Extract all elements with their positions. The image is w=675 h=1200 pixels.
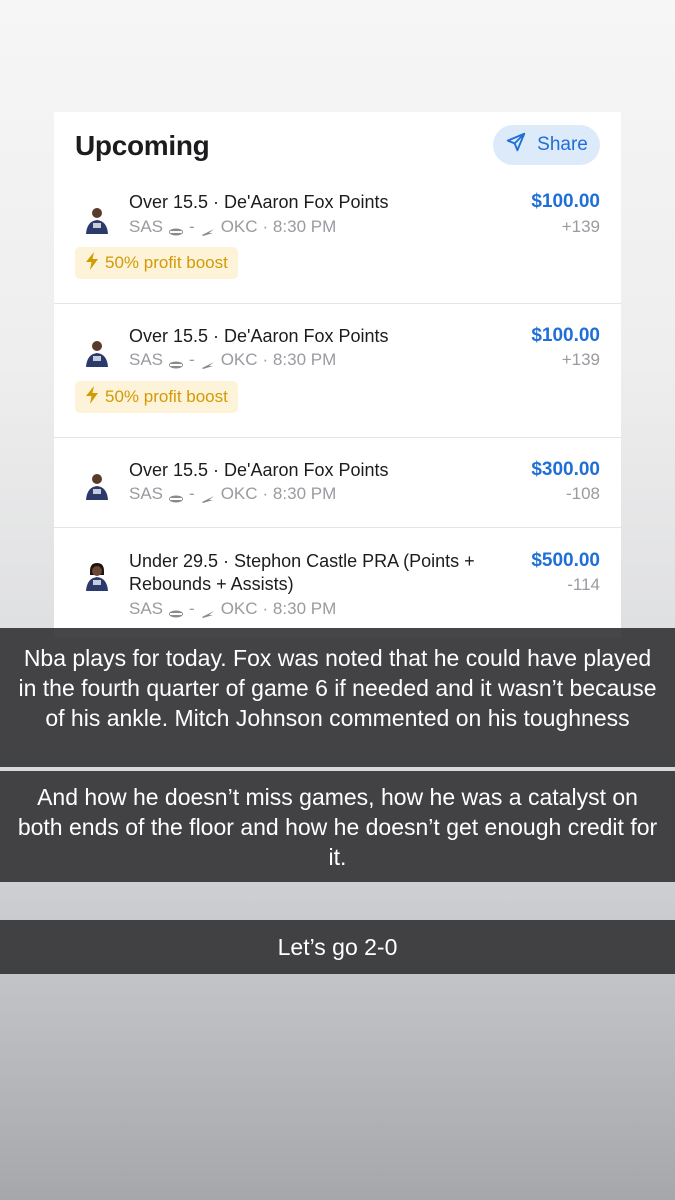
profit-boost-badge: 50% profit boost (75, 247, 238, 279)
game-time: · 8:30 PM (262, 350, 337, 369)
matchup: SAS - OKC · 8:30 PM (129, 599, 336, 619)
thunder-logo-icon (200, 489, 216, 503)
stake-amount: $500.00 (531, 550, 600, 571)
stake-amount: $300.00 (531, 459, 600, 480)
stake-amount: $100.00 (531, 191, 600, 212)
matchup: SAS - OKC · 8:30 PM (129, 350, 336, 370)
bet-row[interactable]: Under 29.5 · Stephon Castle PRA (Points … (54, 528, 621, 638)
home-team: OKC (220, 599, 258, 618)
story-caption: And how he doesn’t miss games, how he wa… (0, 771, 675, 882)
spurs-logo-icon (168, 489, 184, 503)
game-time: · 8:30 PM (262, 217, 337, 236)
bet-line: Over 15.5 · De'Aaron Fox Points (129, 460, 389, 480)
matchup-separator: - (189, 599, 195, 618)
caption-text: Nba plays for today. Fox was noted that … (18, 645, 657, 731)
upcoming-bets-card: Upcoming Share Over 15.5 · De'Aaron Fox … (54, 112, 621, 638)
odds: +139 (561, 350, 600, 369)
bet-row[interactable]: Over 15.5 · De'Aaron Fox Points SAS - OK… (54, 180, 621, 304)
player-headshot-icon (82, 470, 112, 500)
lightning-bolt-icon (85, 385, 99, 409)
matchup-separator: - (189, 484, 195, 503)
spurs-logo-icon (168, 355, 184, 369)
boost-label: 50% profit boost (105, 253, 228, 272)
card-header: Upcoming Share (54, 112, 621, 180)
boost-label: 50% profit boost (105, 387, 228, 406)
player-headshot-icon (82, 337, 112, 367)
away-team: SAS (129, 350, 164, 369)
bet-line: Over 15.5 · De'Aaron Fox Points (129, 192, 389, 212)
away-team: SAS (129, 217, 164, 236)
story-caption: Let’s go 2-0 (0, 920, 675, 974)
paper-plane-icon (505, 131, 527, 159)
player-headshot-icon (82, 204, 112, 234)
bet-line: Under 29.5 · Stephon Castle PRA (Points … (129, 551, 475, 594)
matchup-separator: - (189, 350, 195, 369)
caption-text: Let’s go 2-0 (277, 934, 398, 960)
share-label: Share (537, 134, 588, 155)
away-team: SAS (129, 599, 164, 618)
stake-amount: $100.00 (531, 325, 600, 346)
thunder-logo-icon (200, 355, 216, 369)
home-team: OKC (220, 350, 258, 369)
odds: -108 (565, 484, 600, 503)
share-button[interactable]: Share (493, 125, 600, 165)
player-headshot-icon (82, 561, 112, 591)
spurs-logo-icon (168, 604, 184, 618)
lightning-bolt-icon (85, 251, 99, 275)
bet-row[interactable]: Over 15.5 · De'Aaron Fox Points SAS - OK… (54, 304, 621, 438)
game-time: · 8:30 PM (262, 484, 337, 503)
odds: -114 (567, 575, 600, 594)
bet-row[interactable]: Over 15.5 · De'Aaron Fox Points SAS - OK… (54, 438, 621, 528)
matchup: SAS - OKC · 8:30 PM (129, 217, 336, 237)
odds: +139 (561, 217, 600, 236)
caption-text: And how he doesn’t miss games, how he wa… (17, 784, 658, 870)
home-team: OKC (220, 217, 258, 236)
story-caption: Nba plays for today. Fox was noted that … (0, 628, 675, 767)
thunder-logo-icon (200, 222, 216, 236)
profit-boost-badge: 50% profit boost (75, 381, 238, 413)
home-team: OKC (220, 484, 258, 503)
away-team: SAS (129, 484, 164, 503)
bet-line: Over 15.5 · De'Aaron Fox Points (129, 326, 389, 346)
game-time: · 8:30 PM (262, 599, 337, 618)
spurs-logo-icon (168, 222, 184, 236)
thunder-logo-icon (200, 604, 216, 618)
matchup: SAS - OKC · 8:30 PM (129, 484, 336, 504)
card-title: Upcoming (75, 130, 210, 161)
matchup-separator: - (189, 217, 195, 236)
